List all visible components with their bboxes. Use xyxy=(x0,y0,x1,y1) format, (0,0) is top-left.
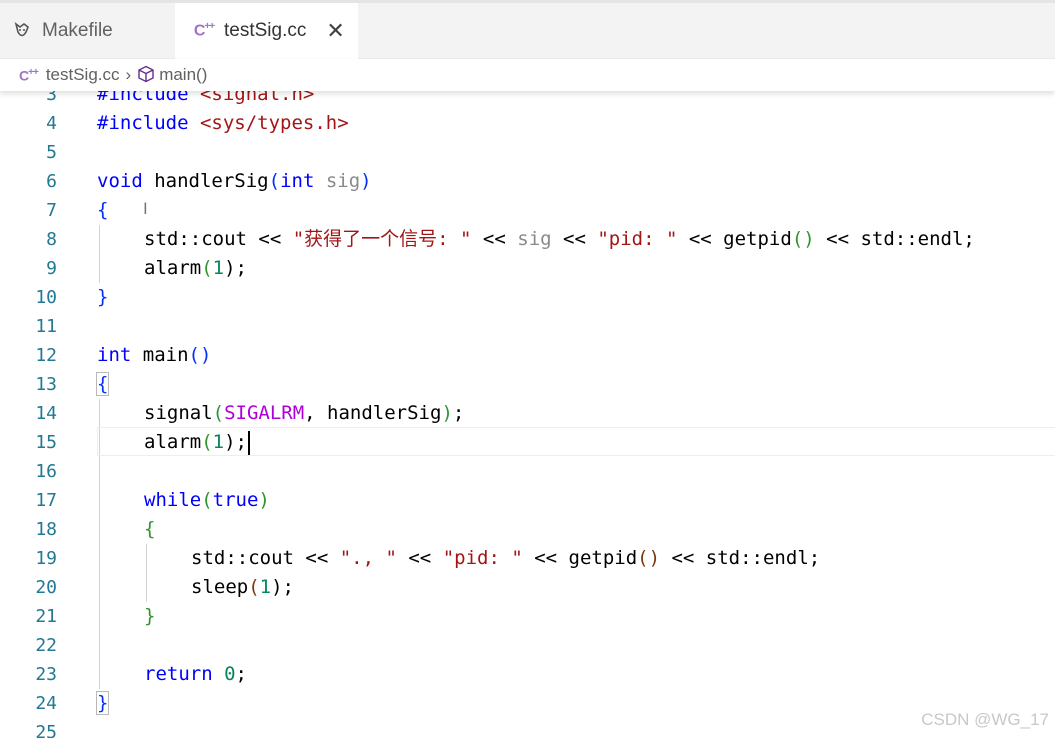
code-line: 12 int main() xyxy=(0,341,1055,370)
cpp-file-icon: C++ xyxy=(193,21,215,40)
code-line: 24 } xyxy=(0,689,1055,718)
code-text: while(true) xyxy=(144,489,270,511)
editor-tab-bar: Makefile C++ testSig.cc ✕ xyxy=(0,3,1055,59)
cpp-file-icon: C++ xyxy=(19,66,39,84)
breadcrumb-symbol[interactable]: main() xyxy=(159,65,207,85)
tab-label: testSig.cc xyxy=(224,20,307,41)
code-text: std::cout << "., " << "pid: " << getpid(… xyxy=(191,547,821,569)
code-text: void handlerSig(int sig) xyxy=(97,170,372,192)
code-text: return 0; xyxy=(144,663,247,685)
code-line: 23 return 0; xyxy=(0,660,1055,689)
tab-label: Makefile xyxy=(42,19,113,41)
code-text: } xyxy=(95,689,110,718)
line-number: 17 xyxy=(35,490,57,511)
code-text: std::cout << "获得了一个信号: " << sig << "pid:… xyxy=(144,228,975,250)
line-number: 21 xyxy=(35,606,57,627)
line-number: 20 xyxy=(35,577,57,598)
line-number: 5 xyxy=(46,142,57,163)
code-text: } xyxy=(97,286,109,308)
code-line: 19 std::cout << "., " << "pid: " << getp… xyxy=(0,544,1055,573)
code-line: 9 alarm(1); xyxy=(0,254,1055,283)
chevron-right-icon: › xyxy=(125,65,132,84)
code-text: { xyxy=(97,199,109,221)
text-caret xyxy=(248,430,250,455)
code-line: 6 void handlerSig(int sig) xyxy=(0,167,1055,196)
code-line: 16 xyxy=(0,457,1055,486)
code-line: 21 } xyxy=(0,602,1055,631)
matched-bracket: } xyxy=(95,691,110,715)
code-line: 10 } xyxy=(0,283,1055,312)
mouse-cursor-ibeam-icon: I xyxy=(143,199,148,218)
code-text: #include <sys/types.h> xyxy=(97,112,349,134)
line-number: 13 xyxy=(35,374,57,395)
code-text: alarm(1); xyxy=(144,428,250,457)
code-line: 14 signal(SIGALRM, handlerSig); xyxy=(0,399,1055,428)
close-icon[interactable]: ✕ xyxy=(326,19,344,44)
breadcrumb-file[interactable]: testSig.cc xyxy=(46,65,120,85)
line-number: 6 xyxy=(46,171,57,192)
line-number: 11 xyxy=(35,316,57,337)
line-number: 24 xyxy=(35,693,57,714)
line-number: 25 xyxy=(35,722,57,738)
code-line: 8 std::cout << "获得了一个信号: " << sig << "pi… xyxy=(0,225,1055,254)
line-number: 9 xyxy=(46,258,57,279)
line-number: 19 xyxy=(35,548,57,569)
line-number: 7 xyxy=(46,200,57,221)
cube-icon xyxy=(137,65,155,85)
line-number: 10 xyxy=(35,287,57,308)
code-text: int main() xyxy=(97,344,212,366)
code-text: sleep(1); xyxy=(191,576,294,598)
code-line: 22 xyxy=(0,631,1055,660)
matched-bracket: { xyxy=(95,372,110,396)
code-line: 7 { I xyxy=(0,196,1055,225)
code-line: 20 sleep(1); xyxy=(0,573,1055,602)
line-number: 4 xyxy=(46,113,57,134)
code-line: 18 { xyxy=(0,515,1055,544)
code-editor[interactable]: 3 #include <signal.h> 4 #include <sys/ty… xyxy=(0,80,1055,738)
breadcrumb: C++ testSig.cc › main() xyxy=(0,59,1055,91)
code-line: 4 #include <sys/types.h> xyxy=(0,109,1055,138)
tab-makefile[interactable]: Makefile xyxy=(0,3,174,58)
line-number: 14 xyxy=(35,403,57,424)
code-line: 17 while(true) xyxy=(0,486,1055,515)
tab-testsig-cc[interactable]: C++ testSig.cc ✕ xyxy=(175,3,358,59)
watermark: CSDN @WG_17 xyxy=(921,710,1049,729)
line-number: 22 xyxy=(35,635,57,656)
code-line: 13 { xyxy=(0,370,1055,399)
code-line: 25 xyxy=(0,718,1055,738)
makefile-icon xyxy=(10,19,34,43)
code-line: 11 xyxy=(0,312,1055,341)
code-text: { xyxy=(95,370,110,399)
code-text: } xyxy=(144,605,156,627)
code-line: 5 xyxy=(0,138,1055,167)
code-text: signal(SIGALRM, handlerSig); xyxy=(144,402,465,424)
code-line: 15 alarm(1); xyxy=(0,428,1055,457)
code-text: alarm(1); xyxy=(144,257,247,279)
line-number: 15 xyxy=(35,432,57,453)
line-number: 23 xyxy=(35,664,57,685)
line-number: 8 xyxy=(46,229,57,250)
code-text: { xyxy=(144,518,156,540)
line-number: 18 xyxy=(35,519,57,540)
line-number: 12 xyxy=(35,345,57,366)
line-number: 16 xyxy=(35,461,57,482)
